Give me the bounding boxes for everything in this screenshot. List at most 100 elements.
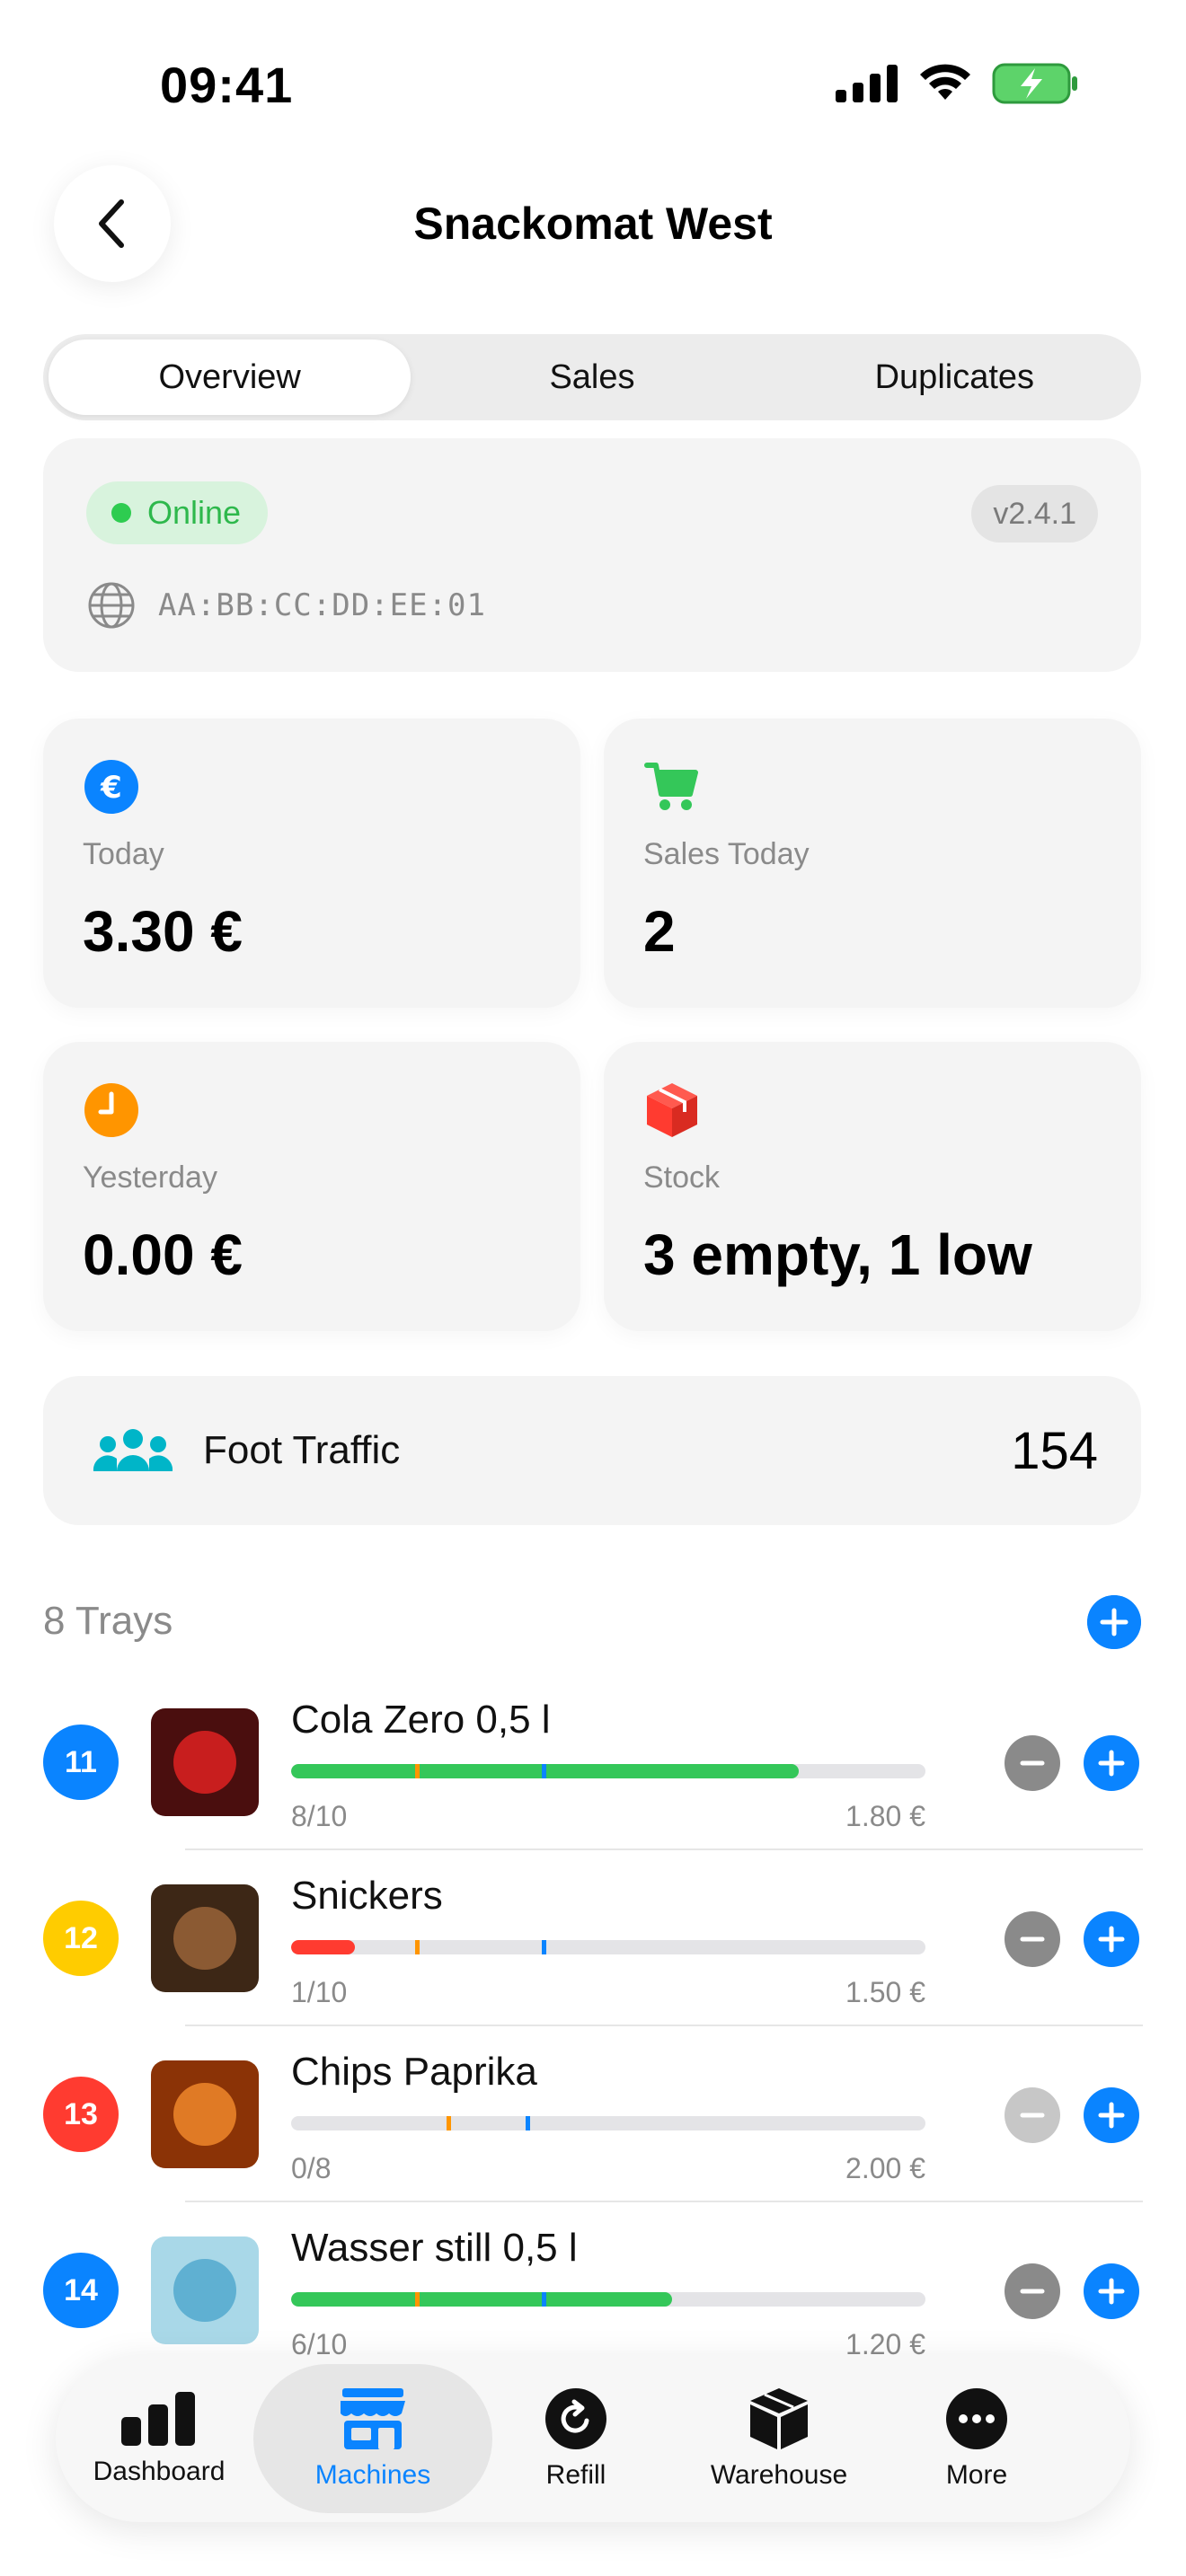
stat-yesterday-label: Yesterday <box>83 1160 217 1195</box>
stat-sales-today-card[interactable]: Sales Today 2 <box>604 719 1141 1008</box>
stock-progress-bar <box>291 2292 925 2307</box>
status-time: 09:41 <box>160 57 294 113</box>
tab-more[interactable]: More <box>898 2364 1055 2513</box>
product-image-shape <box>173 2083 236 2146</box>
tray-number-badge: 12 <box>43 1901 119 1976</box>
version-badge: v2.4.1 <box>971 485 1098 543</box>
stat-sales-today-label: Sales Today <box>643 837 810 871</box>
product-image <box>151 1884 259 1992</box>
plus-icon <box>1098 1750 1125 1777</box>
stock-count: 0/8 <box>291 2152 332 2184</box>
target-threshold-marker <box>541 1940 546 1954</box>
tray-row[interactable]: 12 Snickers 1/10 1.50 € <box>0 1850 1186 2026</box>
refill-icon <box>545 2388 606 2449</box>
tray-number-badge: 13 <box>43 2077 119 2152</box>
product-image <box>151 1708 259 1816</box>
tab-dashboard[interactable]: Dashboard <box>65 2364 253 2513</box>
product-price: 1.80 € <box>845 1800 925 1832</box>
status-icons <box>836 63 1078 104</box>
increase-stock-button[interactable] <box>1084 2263 1139 2319</box>
box-icon <box>750 2388 808 2449</box>
cart-icon <box>644 763 698 810</box>
stock-progress-fill <box>291 1940 355 1954</box>
increase-stock-button[interactable] <box>1084 1735 1139 1791</box>
tray-row[interactable]: 13 Chips Paprika 0/8 2.00 € <box>0 2026 1186 2202</box>
segment-duplicates[interactable]: Duplicates <box>774 340 1136 415</box>
target-threshold-marker <box>541 2292 546 2307</box>
segment-overview[interactable]: Overview <box>49 340 412 415</box>
status-bar: 09:41 <box>0 0 1186 171</box>
product-image <box>151 2236 259 2344</box>
cellular-signal-icon <box>836 65 898 102</box>
tab-bar: Dashboard Machines Refill Warehouse More <box>56 2355 1130 2522</box>
plus-icon <box>1098 1926 1125 1953</box>
stock-count: 8/10 <box>291 1800 348 1832</box>
low-threshold-marker <box>414 1940 420 1954</box>
trays-section-title: 8 Trays <box>43 1599 173 1643</box>
stat-yesterday-card[interactable]: Yesterday 0.00 € <box>43 1042 580 1331</box>
tab-refill[interactable]: Refill <box>492 2364 659 2513</box>
foot-traffic-value: 154 <box>1011 1422 1098 1480</box>
add-tray-button[interactable] <box>1087 1595 1141 1649</box>
cube-icon <box>647 1083 697 1137</box>
product-name: Wasser still 0,5 l <box>291 2226 578 2270</box>
stock-progress-bar <box>291 1764 925 1778</box>
plus-icon <box>1098 2278 1125 2305</box>
minus-icon <box>1020 2289 1045 2294</box>
euro-icon: € <box>84 760 138 814</box>
foot-traffic-label: Foot Traffic <box>203 1428 401 1472</box>
product-image-shape <box>173 2259 236 2322</box>
decrease-stock-button[interactable] <box>1005 1911 1060 1967</box>
page-title: Snackomat West <box>413 198 773 249</box>
stat-stock-label: Stock <box>643 1160 721 1195</box>
tray-number-badge: 11 <box>43 1725 119 1800</box>
online-dot-icon <box>111 503 131 523</box>
tab-label: More <box>945 2460 1008 2490</box>
target-threshold-marker <box>541 1764 546 1778</box>
target-threshold-marker <box>526 2116 531 2130</box>
low-threshold-marker <box>414 2292 420 2307</box>
stock-progress-bar <box>291 1940 925 1954</box>
chart-bar-icon <box>121 2392 195 2446</box>
stock-progress-fill <box>291 2292 672 2307</box>
more-icon <box>946 2388 1007 2449</box>
decrease-stock-button[interactable] <box>1005 1735 1060 1791</box>
tray-row[interactable]: 14 Wasser still 0,5 l 6/10 1.20 € <box>0 2202 1186 2378</box>
decrease-stock-button[interactable] <box>1005 2087 1060 2143</box>
product-name: Cola Zero 0,5 l <box>291 1698 551 1742</box>
stat-stock-card[interactable]: Stock 3 empty, 1 low <box>604 1042 1141 1331</box>
increase-stock-button[interactable] <box>1084 2087 1139 2143</box>
decrease-stock-button[interactable] <box>1005 2263 1060 2319</box>
increase-stock-button[interactable] <box>1084 1911 1139 1967</box>
minus-icon <box>1020 2113 1045 2118</box>
people-icon <box>93 1429 173 1471</box>
stock-count: 1/10 <box>291 1976 348 2008</box>
mac-address: AA:BB:CC:DD:EE:01 <box>158 587 486 623</box>
product-name: Snickers <box>291 1874 443 1918</box>
machine-info-card: Online v2.4.1 AA:BB:CC:DD:EE:01 <box>43 438 1141 672</box>
mac-row: AA:BB:CC:DD:EE:01 <box>86 580 486 631</box>
product-image <box>151 2060 259 2168</box>
tab-machines[interactable]: Machines <box>253 2364 492 2513</box>
stat-yesterday-value: 0.00 € <box>83 1222 243 1287</box>
stat-today-value: 3.30 € <box>83 899 243 964</box>
segment-sales[interactable]: Sales <box>411 340 773 415</box>
tab-label: Warehouse <box>710 2460 848 2490</box>
stat-stock-value: 3 empty, 1 low <box>643 1222 1032 1287</box>
svg-text:€: € <box>100 770 122 806</box>
wifi-icon <box>920 64 970 100</box>
low-threshold-marker <box>414 1764 420 1778</box>
tab-label: Dashboard <box>93 2457 226 2486</box>
battery-charging-icon <box>992 63 1077 104</box>
stat-today-card[interactable]: € Today 3.30 € <box>43 719 580 1008</box>
tab-warehouse[interactable]: Warehouse <box>659 2364 898 2513</box>
product-price: 1.50 € <box>845 1976 925 2008</box>
storefront-icon <box>341 2388 405 2449</box>
tray-row[interactable]: 11 Cola Zero 0,5 l 8/10 1.80 € <box>0 1674 1186 1850</box>
foot-traffic-card[interactable]: Foot Traffic 154 <box>43 1376 1141 1525</box>
tab-label: Refill <box>545 2460 606 2490</box>
plus-icon <box>1098 2102 1125 2129</box>
globe-icon <box>88 582 135 629</box>
stat-sales-today-value: 2 <box>643 899 676 964</box>
product-price: 2.00 € <box>845 2152 925 2184</box>
